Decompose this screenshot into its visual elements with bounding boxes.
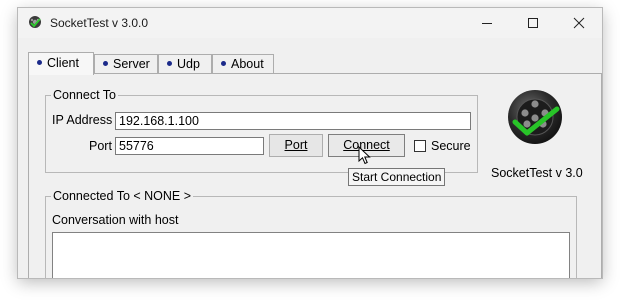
maximize-icon: [528, 18, 538, 28]
secure-checkbox[interactable]: [414, 140, 426, 152]
title-bar[interactable]: SocketTest v 3.0.0: [18, 8, 602, 38]
tab-about[interactable]: About: [212, 54, 274, 73]
tooltip: Start Connection: [348, 168, 446, 186]
app-icon: [28, 15, 42, 29]
secure-label: Secure: [431, 139, 471, 153]
close-button[interactable]: [556, 8, 602, 38]
tab-label: Client: [47, 56, 79, 70]
socket-plug-checkmark-icon: [507, 89, 563, 145]
tab-dot-icon: [103, 61, 108, 67]
ip-address-label: IP Address: [52, 113, 113, 127]
connected-to-label: Connected To < NONE >: [51, 189, 194, 203]
tab-server[interactable]: Server: [94, 54, 158, 73]
tab-client[interactable]: Client: [28, 52, 94, 75]
conversation-label: Conversation with host: [52, 213, 179, 227]
client-tab-panel: Connect To IP Address 192.168.1.100 Port…: [28, 73, 602, 278]
close-icon: [573, 17, 585, 29]
conversation-textarea[interactable]: [52, 232, 570, 278]
app-window: SocketTest v 3.0.0 Client Server Udp Abo…: [18, 8, 602, 278]
connected-to-group: Connected To < NONE > Conversation with …: [45, 189, 577, 278]
minimize-icon: [482, 23, 492, 24]
maximize-button[interactable]: [510, 8, 556, 38]
port-label: Port: [89, 139, 112, 153]
tab-dot-icon: [37, 60, 42, 66]
tab-dot-icon: [221, 61, 226, 67]
minimize-button[interactable]: [464, 8, 510, 38]
tab-label: Udp: [177, 57, 200, 71]
tab-dot-icon: [167, 61, 172, 67]
window-title: SocketTest v 3.0.0: [50, 16, 149, 30]
ip-address-input[interactable]: 192.168.1.100: [115, 112, 471, 130]
connect-to-group: Connect To IP Address 192.168.1.100 Port…: [45, 88, 478, 173]
connect-to-label: Connect To: [51, 88, 119, 102]
tab-label: Server: [113, 57, 150, 71]
port-button[interactable]: Port: [269, 134, 323, 157]
tab-label: About: [231, 57, 264, 71]
logo-caption: SocketTest v 3.0: [491, 166, 583, 180]
port-input[interactable]: 55776: [115, 137, 264, 155]
tab-udp[interactable]: Udp: [158, 54, 212, 73]
mouse-cursor-icon: [358, 145, 372, 169]
